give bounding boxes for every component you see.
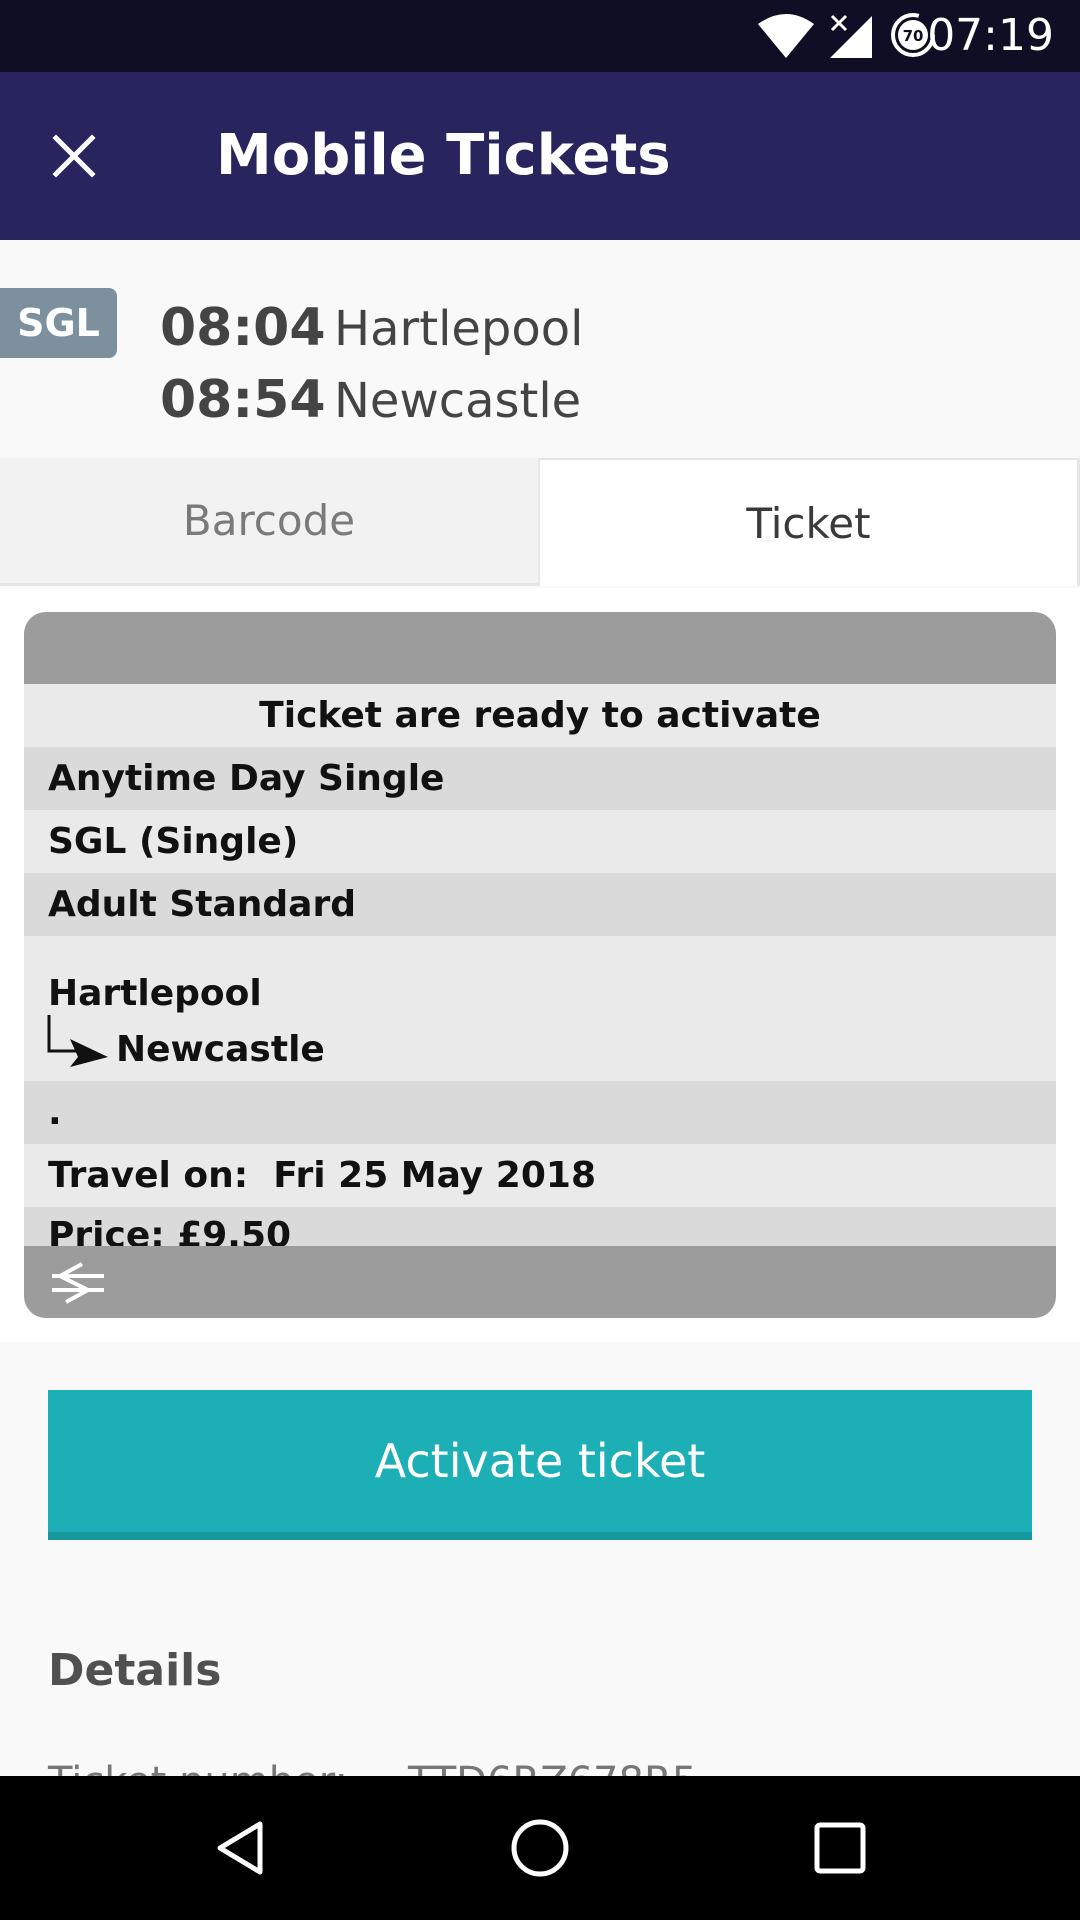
journey-summary: SGL 08:04 Hartlepool 08:54 Newcastle: [0, 240, 1080, 458]
recents-button[interactable]: [790, 1798, 890, 1898]
signal-icon: [830, 14, 872, 58]
arrival-leg: 08:54 Newcastle: [160, 368, 581, 432]
route-origin: Hartlepool: [48, 973, 262, 1014]
arrival-station: Newcastle: [334, 373, 582, 429]
ticket-type-badge: SGL: [0, 288, 117, 358]
ticket-route: Hartlepool Newcastle: [24, 959, 1056, 1081]
wifi-icon: [758, 14, 814, 58]
route-destination: Newcastle: [116, 1029, 325, 1070]
departure-time: 08:04: [160, 298, 326, 358]
ticket-tabs: Barcode Ticket: [0, 458, 1080, 588]
travel-date: Travel on: Fri 25 May 2018: [24, 1144, 1056, 1207]
ticket-status: Ticket are ready to activate: [24, 684, 1056, 747]
tab-barcode[interactable]: Barcode: [0, 458, 538, 586]
navigation-bar: [0, 1776, 1080, 1920]
route-arrow-icon: [47, 1015, 108, 1067]
route-note: .: [24, 1081, 1056, 1144]
ticket-type: SGL (Single): [24, 810, 1056, 873]
activate-ticket-button[interactable]: Activate ticket: [48, 1390, 1032, 1540]
ticket-name: Anytime Day Single: [24, 747, 1056, 810]
close-button[interactable]: [30, 112, 118, 200]
ticket-card: Ticket are ready to activate Anytime Day…: [24, 612, 1056, 1318]
ticket-card-header: [24, 612, 1056, 684]
app-bar: Mobile Tickets: [0, 72, 1080, 240]
passenger-type: Adult Standard: [24, 873, 1056, 936]
ticket-panel: Ticket are ready to activate Anytime Day…: [0, 588, 1080, 1342]
national-rail-icon: [52, 1262, 104, 1304]
home-button[interactable]: [490, 1798, 590, 1898]
back-button[interactable]: [190, 1798, 290, 1898]
arrival-time: 08:54: [160, 370, 326, 430]
recents-icon: [814, 1822, 866, 1874]
tab-ticket[interactable]: Ticket: [538, 458, 1080, 586]
home-icon: [511, 1819, 569, 1877]
close-icon: [52, 134, 96, 178]
travel-date-label: Travel on:: [48, 1155, 249, 1196]
status-time: 07:19: [927, 10, 1054, 61]
battery-level: 70: [903, 27, 924, 45]
page-title: Mobile Tickets: [216, 123, 671, 188]
status-bar: 70 07:19: [0, 0, 1080, 72]
details-heading: Details: [48, 1645, 222, 1696]
departure-station: Hartlepool: [334, 301, 584, 357]
ticket-card-footer: [24, 1246, 1056, 1318]
travel-date-value: Fri 25 May 2018: [273, 1155, 597, 1196]
departure-leg: 08:04 Hartlepool: [160, 296, 583, 360]
back-icon: [217, 1821, 263, 1875]
